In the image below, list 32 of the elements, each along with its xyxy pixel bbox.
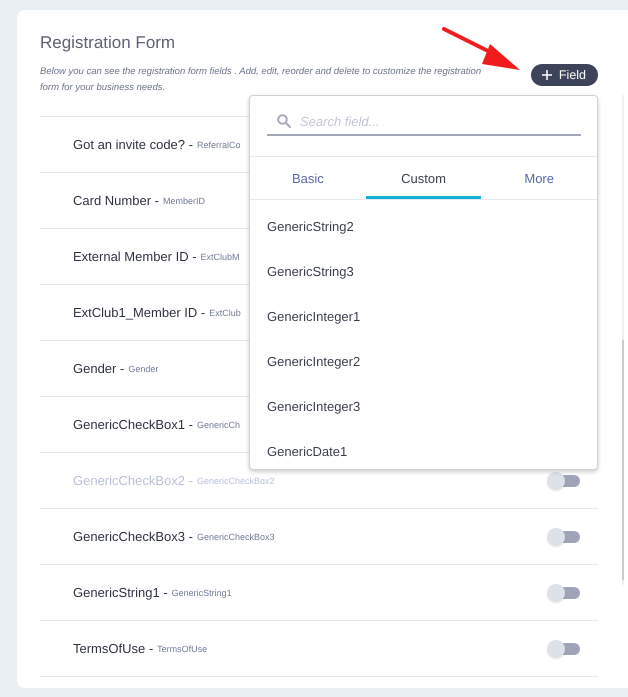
field-id: ExtClub [209,308,241,318]
field-label: External Member ID - [73,249,197,264]
field-id: GenericCheckBox3 [196,532,274,542]
field-label: GenericString1 - [73,585,168,600]
field-label: TermsOfUse - [73,641,154,656]
form-title: Registration Form [40,32,176,54]
field-option[interactable]: GenericInteger2 [267,354,360,369]
field-option[interactable]: GenericInteger3 [267,399,360,414]
category-tab[interactable]: More [481,157,598,199]
field-id: ReferralCo [196,140,240,150]
field-id: GenericCheckBox2 [196,476,274,486]
field-id: ExtClubM [200,252,240,262]
field-label: GenericCheckBox3 - [73,529,193,544]
category-tab[interactable]: Basic [250,157,366,199]
field-option[interactable]: GenericInteger1 [267,309,360,324]
field-option[interactable]: GenericDate1 [267,444,348,459]
field-label: GenericCheckBox2 - [73,473,193,488]
field-id: GenericCh [196,420,240,430]
form-description: Below you can see the registration form fields . Add, edit, reorder and delete to customize the registration form for your business needs. [40,65,482,95]
field-id: MemberID [162,196,205,206]
add-field-button[interactable]: Field [530,64,598,86]
field-label: Gender - [73,361,124,376]
field-label: ExtClub1_Member ID - [73,305,206,320]
field-label: GenericCheckBox1 - [73,417,193,432]
field-id: GenericString1 [172,588,232,598]
field-id: Gender [128,364,158,374]
field-label: Got an invite code? - [73,137,193,152]
field-label: Card Number - [73,193,159,208]
field-option[interactable]: GenericString2 [267,219,354,234]
category-tab[interactable]: Custom [366,157,482,199]
field-option[interactable]: GenericString3 [267,264,354,279]
field-id: TermsOfUse [157,644,208,654]
